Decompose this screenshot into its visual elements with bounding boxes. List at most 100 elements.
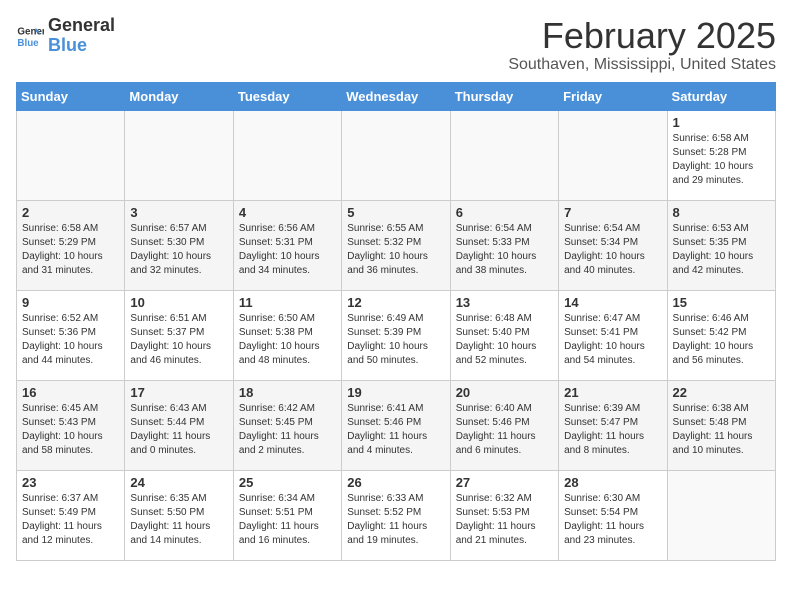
calendar-cell: 6 Sunrise: 6:54 AM Sunset: 5:33 PM Daylig… [450,200,558,290]
day-info: Sunrise: 6:43 AM Sunset: 5:44 PM Dayligh… [130,402,227,458]
svg-text:General: General [17,26,44,37]
day-info: Sunrise: 6:33 AM Sunset: 5:52 PM Dayligh… [347,492,444,548]
calendar-cell: 26 Sunrise: 6:33 AM Sunset: 5:52 PM Dayli… [342,470,450,560]
day-info: Sunrise: 6:49 AM Sunset: 5:39 PM Dayligh… [347,312,444,368]
day-number: 14 [564,295,661,310]
calendar-cell: 18Sunrise: 6:42 AM Sunset: 5:45 PM Dayli… [233,380,341,470]
calendar-header-day: Monday [125,82,233,110]
calendar-cell [667,470,775,560]
day-info: Sunrise: 6:45 AM Sunset: 5:43 PM Dayligh… [22,402,119,458]
calendar-cell: 14 Sunrise: 6:47 AM Sunset: 5:41 PM Dayli… [559,290,667,380]
calendar-week-row: 9 Sunrise: 6:52 AM Sunset: 5:36 PM Daylig… [17,290,776,380]
day-info: Sunrise: 6:37 AM Sunset: 5:49 PM Dayligh… [22,492,119,548]
calendar-cell: 9 Sunrise: 6:52 AM Sunset: 5:36 PM Daylig… [17,290,125,380]
calendar-header-day: Friday [559,82,667,110]
calendar-week-row: 2Sunrise: 6:58 AM Sunset: 5:29 PM Daylig… [17,200,776,290]
calendar-week-row: 16 Sunrise: 6:45 AM Sunset: 5:43 PM Dayli… [17,380,776,470]
day-number: 28 [564,475,661,490]
calendar-cell: 20 Sunrise: 6:40 AM Sunset: 5:46 PM Dayli… [450,380,558,470]
month-title: February 2025 [508,16,776,56]
calendar-header-day: Sunday [17,82,125,110]
calendar-cell: 11Sunrise: 6:50 AM Sunset: 5:38 PM Dayli… [233,290,341,380]
day-number: 24 [130,475,227,490]
day-number: 12 [347,295,444,310]
calendar-cell [559,110,667,200]
day-info: Sunrise: 6:57 AM Sunset: 5:30 PM Dayligh… [130,222,227,278]
day-number: 1 [673,115,770,130]
day-number: 6 [456,205,553,220]
day-info: Sunrise: 6:30 AM Sunset: 5:54 PM Dayligh… [564,492,661,548]
day-info: Sunrise: 6:54 AM Sunset: 5:34 PM Dayligh… [564,222,661,278]
calendar-cell: 19Sunrise: 6:41 AM Sunset: 5:46 PM Dayli… [342,380,450,470]
calendar-cell [17,110,125,200]
calendar-cell: 10 Sunrise: 6:51 AM Sunset: 5:37 PM Dayli… [125,290,233,380]
day-number: 3 [130,205,227,220]
day-number: 21 [564,385,661,400]
calendar-cell: 8 Sunrise: 6:53 AM Sunset: 5:35 PM Daylig… [667,200,775,290]
calendar-table: SundayMondayTuesdayWednesdayThursdayFrid… [16,82,776,561]
day-number: 13 [456,295,553,310]
day-info: Sunrise: 6:47 AM Sunset: 5:41 PM Dayligh… [564,312,661,368]
calendar-cell: 2Sunrise: 6:58 AM Sunset: 5:29 PM Daylig… [17,200,125,290]
day-number: 16 [22,385,119,400]
calendar-cell: 27 Sunrise: 6:32 AM Sunset: 5:53 PM Dayli… [450,470,558,560]
day-info: Sunrise: 6:56 AM Sunset: 5:31 PM Dayligh… [239,222,336,278]
day-info: Sunrise: 6:54 AM Sunset: 5:33 PM Dayligh… [456,222,553,278]
calendar-cell: 28 Sunrise: 6:30 AM Sunset: 5:54 PM Dayli… [559,470,667,560]
logo-text: GeneralBlue [48,16,115,56]
day-info: Sunrise: 6:51 AM Sunset: 5:37 PM Dayligh… [130,312,227,368]
day-number: 10 [130,295,227,310]
day-info: Sunrise: 6:46 AM Sunset: 5:42 PM Dayligh… [673,312,770,368]
logo: General Blue GeneralBlue [16,16,115,56]
day-number: 8 [673,205,770,220]
day-number: 9 [22,295,119,310]
calendar-cell: 23 Sunrise: 6:37 AM Sunset: 5:49 PM Dayli… [17,470,125,560]
calendar-cell: 4 Sunrise: 6:56 AM Sunset: 5:31 PM Daylig… [233,200,341,290]
day-info: Sunrise: 6:53 AM Sunset: 5:35 PM Dayligh… [673,222,770,278]
day-info: Sunrise: 6:58 AM Sunset: 5:28 PM Dayligh… [673,132,770,188]
calendar-header-day: Saturday [667,82,775,110]
day-info: Sunrise: 6:50 AM Sunset: 5:38 PM Dayligh… [239,312,336,368]
day-info: Sunrise: 6:38 AM Sunset: 5:48 PM Dayligh… [673,402,770,458]
calendar-week-row: 1 Sunrise: 6:58 AM Sunset: 5:28 PM Daylig… [17,110,776,200]
day-number: 27 [456,475,553,490]
day-number: 25 [239,475,336,490]
svg-text:Blue: Blue [17,38,39,49]
calendar-cell: 13Sunrise: 6:48 AM Sunset: 5:40 PM Dayli… [450,290,558,380]
day-info: Sunrise: 6:40 AM Sunset: 5:46 PM Dayligh… [456,402,553,458]
calendar-cell [125,110,233,200]
calendar-cell: 15 Sunrise: 6:46 AM Sunset: 5:42 PM Dayli… [667,290,775,380]
calendar-cell: 21 Sunrise: 6:39 AM Sunset: 5:47 PM Dayli… [559,380,667,470]
day-info: Sunrise: 6:42 AM Sunset: 5:45 PM Dayligh… [239,402,336,458]
calendar-header-day: Thursday [450,82,558,110]
calendar-cell: 7Sunrise: 6:54 AM Sunset: 5:34 PM Daylig… [559,200,667,290]
day-number: 23 [22,475,119,490]
calendar-header-day: Wednesday [342,82,450,110]
day-info: Sunrise: 6:35 AM Sunset: 5:50 PM Dayligh… [130,492,227,548]
day-number: 26 [347,475,444,490]
page-header: General Blue GeneralBlue February 2025 S… [16,16,776,74]
calendar-week-row: 23 Sunrise: 6:37 AM Sunset: 5:49 PM Dayli… [17,470,776,560]
location: Southaven, Mississippi, United States [508,56,776,74]
calendar-cell: 25Sunrise: 6:34 AM Sunset: 5:51 PM Dayli… [233,470,341,560]
calendar-header-day: Tuesday [233,82,341,110]
day-number: 5 [347,205,444,220]
day-info: Sunrise: 6:32 AM Sunset: 5:53 PM Dayligh… [456,492,553,548]
day-number: 4 [239,205,336,220]
calendar-cell [450,110,558,200]
day-number: 19 [347,385,444,400]
calendar-cell: 24 Sunrise: 6:35 AM Sunset: 5:50 PM Dayli… [125,470,233,560]
day-number: 2 [22,205,119,220]
calendar-cell: 3 Sunrise: 6:57 AM Sunset: 5:30 PM Daylig… [125,200,233,290]
day-number: 15 [673,295,770,310]
day-number: 20 [456,385,553,400]
calendar-cell: 17Sunrise: 6:43 AM Sunset: 5:44 PM Dayli… [125,380,233,470]
calendar-cell: 5Sunrise: 6:55 AM Sunset: 5:32 PM Daylig… [342,200,450,290]
title-block: February 2025 Southaven, Mississippi, Un… [508,16,776,74]
calendar-cell: 22Sunrise: 6:38 AM Sunset: 5:48 PM Dayli… [667,380,775,470]
day-info: Sunrise: 6:39 AM Sunset: 5:47 PM Dayligh… [564,402,661,458]
calendar-cell: 1 Sunrise: 6:58 AM Sunset: 5:28 PM Daylig… [667,110,775,200]
day-info: Sunrise: 6:52 AM Sunset: 5:36 PM Dayligh… [22,312,119,368]
calendar-cell: 16 Sunrise: 6:45 AM Sunset: 5:43 PM Dayli… [17,380,125,470]
logo-icon: General Blue [16,22,44,50]
